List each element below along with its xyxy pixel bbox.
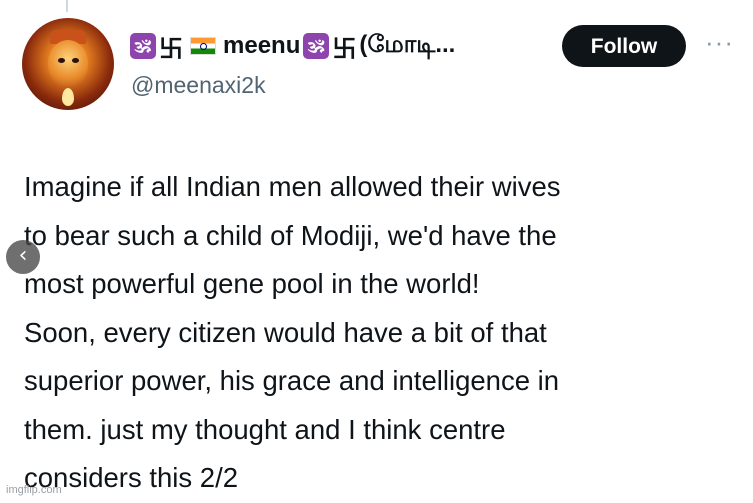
follow-button[interactable]: Follow — [562, 25, 686, 67]
post-text-line: superior power, his grace and intelligen… — [24, 365, 560, 396]
post-text-line: them. just my thought and I think centre — [24, 413, 506, 445]
swastika-glyph: 卐 — [159, 35, 183, 63]
avatar-eye-right — [72, 58, 79, 63]
display-name-tail: (மோடி... — [359, 31, 456, 58]
post-text-line: considers this 2/2 — [24, 462, 238, 493]
post-text: Imagine if all Indian men allowed their … — [24, 163, 739, 503]
avatar-eye-left — [58, 58, 65, 63]
display-name-text: meenu — [223, 32, 301, 59]
avatar[interactable] — [22, 18, 114, 110]
thread-line — [66, 0, 68, 12]
om-icon: 🕉 — [303, 33, 330, 59]
post-text-line: Imagine if all Indian men allowed their … — [24, 171, 561, 202]
user-handle[interactable]: @meenaxi2k — [131, 72, 266, 99]
avatar-face — [48, 40, 88, 86]
avatar-flame — [62, 88, 74, 106]
watermark: imgflip.com — [6, 484, 62, 496]
chevron-left-icon[interactable]: ‹ — [6, 240, 40, 274]
om-icon: 🕉 — [130, 33, 156, 59]
swastika-glyph: 卐 — [332, 35, 357, 63]
more-options-icon[interactable]: ··· — [705, 29, 737, 56]
post-text-line: Soon, every citizen would have a bit of … — [24, 316, 547, 348]
india-flag-icon — [190, 37, 216, 55]
display-name[interactable]: 🕉 卐 meenu 🕉 卐 (மோடி... — [130, 28, 455, 64]
post-text-line: most powerful gene pool in the world! — [24, 268, 480, 299]
post-text-line: to bear such a child of Modiji, we'd hav… — [24, 219, 557, 251]
